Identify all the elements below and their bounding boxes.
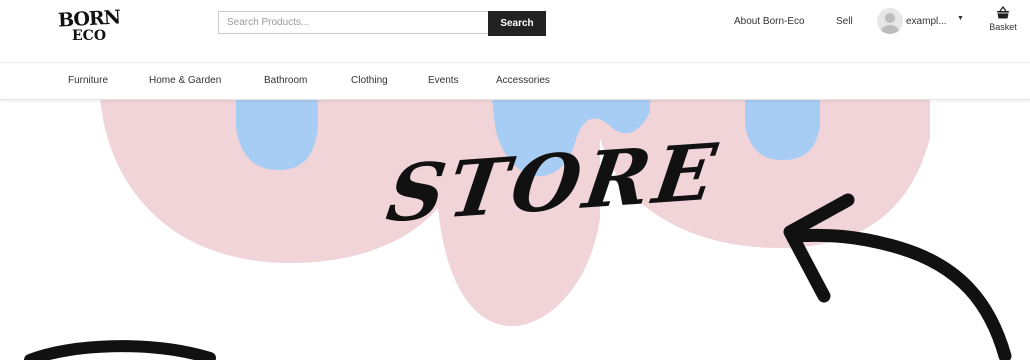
site-header: BORN ECO Search About Born-Eco Sell exam… [0, 0, 1030, 62]
nav-item-clothing[interactable]: Clothing [351, 75, 388, 86]
search-bar: Search [218, 11, 548, 36]
basket-icon [997, 6, 1009, 19]
avatar-body-shape [881, 25, 899, 34]
nav-item-events[interactable]: Events [428, 75, 459, 86]
nav-item-furniture[interactable]: Furniture [68, 75, 108, 86]
about-link[interactable]: About Born-Eco [734, 16, 805, 27]
search-button[interactable]: Search [488, 11, 546, 36]
category-nav: Furniture Home & Garden Bathroom Clothin… [0, 62, 1030, 100]
nav-item-home-garden[interactable]: Home & Garden [149, 75, 221, 86]
sell-link[interactable]: Sell [836, 16, 853, 27]
avatar-head-shape [885, 13, 895, 23]
nav-item-accessories[interactable]: Accessories [496, 75, 550, 86]
basket-label: Basket [989, 22, 1017, 32]
user-name[interactable]: exampl... [906, 16, 947, 27]
avatar[interactable] [877, 8, 903, 34]
chevron-down-icon[interactable]: ▼ [957, 15, 964, 22]
nav-item-bathroom[interactable]: Bathroom [264, 75, 307, 86]
hero-banner: STORE [0, 98, 1030, 360]
basket-button[interactable]: Basket [980, 6, 1026, 46]
born-eco-logo[interactable]: BORN ECO [57, 6, 122, 52]
black-swoosh-decoration [24, 340, 216, 360]
search-input[interactable] [218, 11, 488, 34]
logo-line-2: ECO [72, 28, 107, 44]
